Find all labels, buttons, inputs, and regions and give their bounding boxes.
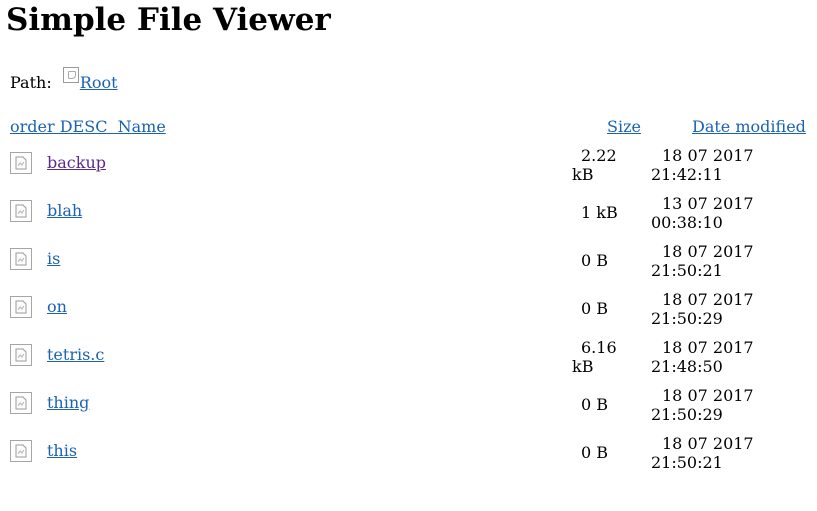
table-row: thing 0 B 18 07 2017 21:50:29 — [0, 386, 817, 434]
root-link-label: Root — [79, 73, 118, 92]
file-icon — [10, 200, 32, 222]
sort-by-date-link[interactable]: Date modified — [692, 117, 806, 137]
file-size: 6.16 kB — [572, 338, 617, 376]
table-row: this 0 B 18 07 2017 21:50:21 — [0, 434, 817, 482]
file-date: 18 07 2017 21:50:29 — [651, 386, 754, 424]
table-row: backup 2.22 kB 18 07 2017 21:42:11 — [0, 146, 817, 194]
file-icon — [10, 344, 32, 366]
file-icon — [10, 296, 32, 318]
sort-by-size-link[interactable]: Size — [607, 117, 641, 137]
file-icon — [10, 248, 32, 270]
sort-by-name-link[interactable]: order DESC Name — [10, 117, 166, 137]
file-name-link[interactable]: is — [47, 249, 60, 269]
file-name-link[interactable]: backup — [47, 153, 106, 173]
file-icon — [10, 440, 32, 462]
file-date: 18 07 2017 21:50:21 — [651, 242, 754, 280]
file-size: 0 B — [581, 299, 609, 318]
file-name-link[interactable]: on — [47, 297, 67, 317]
file-size: 0 B — [581, 443, 609, 462]
table-row: is 0 B 18 07 2017 21:50:21 — [0, 242, 817, 290]
file-size: 0 B — [581, 395, 609, 414]
file-date: 13 07 2017 00:38:10 — [651, 194, 754, 232]
file-date: 18 07 2017 21:42:11 — [651, 146, 754, 184]
file-name-link[interactable]: thing — [47, 393, 89, 413]
table-row: blah 1 kB 13 07 2017 00:38:10 — [0, 194, 817, 242]
path-label: Path: — [10, 73, 52, 92]
file-size: 0 B — [581, 251, 609, 270]
file-name-link[interactable]: this — [47, 441, 77, 461]
root-link[interactable]: Root — [62, 67, 118, 92]
file-icon — [10, 392, 32, 414]
file-date: 18 07 2017 21:48:50 — [651, 338, 754, 376]
table-row: tetris.c 6.16 kB 18 07 2017 21:48:50 — [0, 338, 817, 386]
file-date: 18 07 2017 21:50:29 — [651, 290, 754, 328]
file-size: 1 kB — [581, 203, 618, 222]
file-name-link[interactable]: tetris.c — [47, 345, 104, 365]
page-title: Simple File Viewer — [6, 2, 331, 38]
file-name-link[interactable]: blah — [47, 201, 82, 221]
folder-icon — [62, 67, 79, 83]
breadcrumb: Path: Root — [10, 67, 118, 93]
file-date: 18 07 2017 21:50:21 — [651, 434, 754, 472]
table-row: on 0 B 18 07 2017 21:50:29 — [0, 290, 817, 338]
file-size: 2.22 kB — [572, 146, 617, 184]
file-icon — [10, 152, 32, 174]
